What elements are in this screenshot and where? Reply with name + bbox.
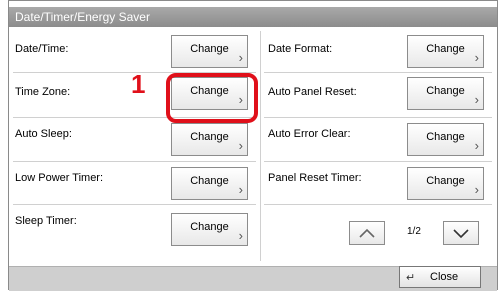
date-format-label: Date Format: xyxy=(268,43,333,55)
chevron-right-icon: › xyxy=(474,92,479,107)
auto-error-clear-change-button[interactable]: Change › xyxy=(407,123,484,156)
time-zone-label: Time Zone: xyxy=(15,86,71,98)
row-divider xyxy=(264,204,492,205)
row-divider xyxy=(264,161,492,162)
chevron-right-icon: › xyxy=(474,50,479,65)
close-label: Close xyxy=(430,271,459,283)
close-button[interactable]: ↵ Close xyxy=(399,266,481,288)
low-power-timer-label: Low Power Timer: xyxy=(15,172,104,184)
arrow-down-icon xyxy=(453,229,469,239)
button-label: Change xyxy=(426,175,465,187)
auto-panel-reset-change-button[interactable]: Change › xyxy=(407,77,484,110)
chevron-right-icon: › xyxy=(238,228,243,243)
column-divider xyxy=(260,31,261,261)
chevron-right-icon: › xyxy=(238,50,243,65)
panel-reset-timer-change-button[interactable]: Change › xyxy=(407,167,484,200)
auto-panel-reset-label: Auto Panel Reset: xyxy=(268,86,357,98)
page-up-button[interactable] xyxy=(349,221,385,245)
settings-panel: Date/Timer/Energy Saver Date/Time: Chang… xyxy=(8,0,498,291)
button-label: Change xyxy=(190,43,229,55)
button-label: Change xyxy=(426,85,465,97)
row-divider xyxy=(13,161,256,162)
step-highlight xyxy=(166,73,258,123)
chevron-right-icon: › xyxy=(474,182,479,197)
date-time-label: Date/Time: xyxy=(15,43,69,55)
window-title: Date/Timer/Energy Saver xyxy=(9,7,497,27)
chevron-right-icon: › xyxy=(238,182,243,197)
button-label: Change xyxy=(190,131,229,143)
button-label: Change xyxy=(190,221,229,233)
row-divider xyxy=(13,204,256,205)
enter-icon: ↵ xyxy=(406,272,416,284)
step-marker: 1 xyxy=(131,69,146,99)
date-time-change-button[interactable]: Change › xyxy=(171,35,248,68)
row-divider xyxy=(264,117,492,118)
chevron-right-icon: › xyxy=(474,138,479,153)
button-label: Change xyxy=(426,43,465,55)
panel-reset-timer-label: Panel Reset Timer: xyxy=(268,172,362,184)
button-label: Change xyxy=(426,131,465,143)
low-power-timer-change-button[interactable]: Change › xyxy=(171,167,248,200)
button-label: Change xyxy=(190,175,229,187)
arrow-up-icon xyxy=(359,228,375,238)
settings-content: Date/Time: Change › Time Zone: Change › … xyxy=(9,27,497,267)
page-indicator: 1/2 xyxy=(407,226,421,237)
auto-error-clear-label: Auto Error Clear: xyxy=(268,128,351,140)
sleep-timer-label: Sleep Timer: xyxy=(15,215,77,227)
page-down-button[interactable] xyxy=(443,221,479,245)
sleep-timer-change-button[interactable]: Change › xyxy=(171,213,248,246)
chevron-right-icon: › xyxy=(238,138,243,153)
device-screen: Date/Timer/Energy Saver Date/Time: Chang… xyxy=(0,0,500,293)
auto-sleep-label: Auto Sleep: xyxy=(15,128,72,140)
date-format-change-button[interactable]: Change › xyxy=(407,35,484,68)
auto-sleep-change-button[interactable]: Change › xyxy=(171,123,248,156)
row-divider xyxy=(264,72,492,73)
